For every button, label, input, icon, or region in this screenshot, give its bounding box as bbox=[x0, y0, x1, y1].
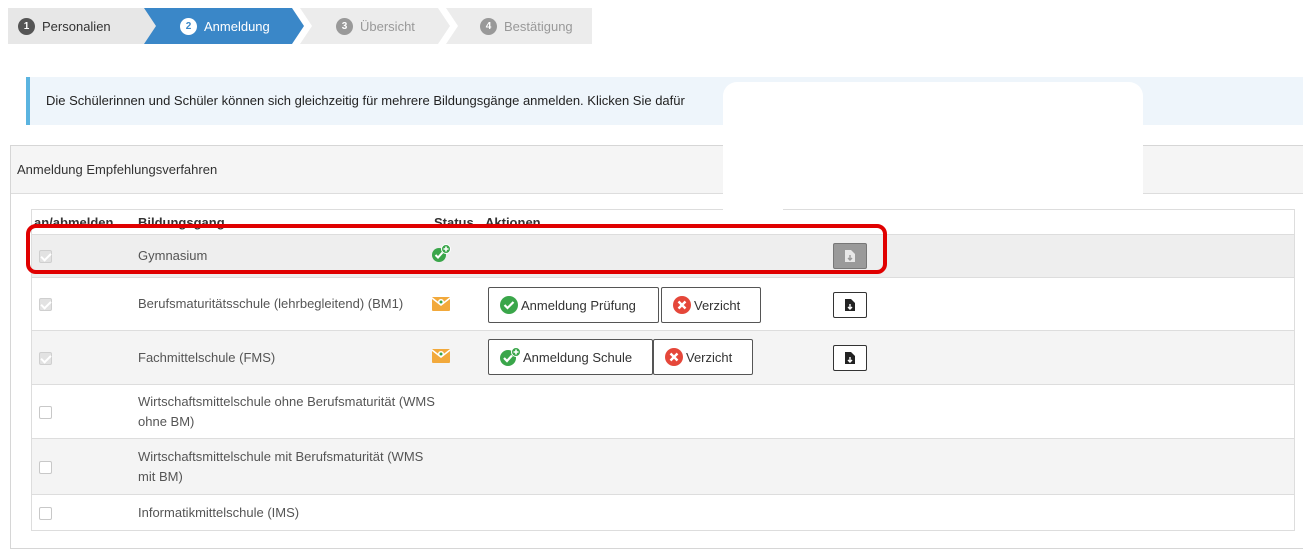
register-checkbox[interactable] bbox=[39, 507, 52, 520]
cancel-icon bbox=[673, 296, 691, 314]
table-header: an/abmelden Bildungsgang Status Aktionen bbox=[32, 210, 1294, 234]
waive-button[interactable]: Verzicht bbox=[661, 287, 761, 323]
register-checkbox[interactable] bbox=[39, 352, 52, 365]
cancel-icon bbox=[665, 348, 683, 366]
column-header: an/abmelden bbox=[34, 215, 114, 230]
step-number: 4 bbox=[480, 17, 497, 35]
document-download-icon bbox=[845, 250, 855, 262]
step-number: 1 bbox=[18, 17, 35, 35]
table-row: Informatikmittelschule (IMS) bbox=[32, 494, 1294, 530]
button-label: Anmeldung Prüfung bbox=[521, 297, 636, 313]
button-label: Verzicht bbox=[694, 297, 741, 313]
column-header: Aktionen bbox=[485, 215, 541, 230]
check-icon bbox=[500, 296, 518, 314]
document-download-icon bbox=[845, 352, 855, 364]
register-exam-button[interactable]: Anmeldung Prüfung bbox=[488, 287, 659, 323]
check-plus-icon bbox=[500, 347, 521, 366]
step-personalien[interactable]: 1 Personalien bbox=[8, 8, 158, 44]
step-uebersicht[interactable]: 3 Übersicht bbox=[300, 8, 450, 44]
table-row: Fachmittelschule (FMS) Anmeldung Schule bbox=[32, 330, 1294, 384]
table-row: Wirtschaftsmittelschule mit Berufsmaturi… bbox=[32, 438, 1294, 494]
program-name: Wirtschaftsmittelschule mit Berufsmaturi… bbox=[138, 449, 424, 484]
table-row: Gymnasium bbox=[32, 234, 1294, 277]
envelope-icon bbox=[431, 293, 451, 313]
step-label: Bestätigung bbox=[504, 18, 573, 34]
register-checkbox[interactable] bbox=[39, 406, 52, 419]
programs-table: an/abmelden Bildungsgang Status Aktionen… bbox=[31, 209, 1295, 531]
table-row: Wirtschaftsmittelschule ohne Berufsmatur… bbox=[32, 384, 1294, 438]
check-plus-icon bbox=[431, 244, 451, 264]
download-document-button[interactable] bbox=[833, 243, 867, 269]
step-bestaetigung[interactable]: 4 Bestätigung bbox=[446, 8, 592, 44]
table-row: Berufsmaturitätsschule (lehrbegleitend) … bbox=[32, 277, 1294, 330]
register-checkbox[interactable] bbox=[39, 298, 52, 311]
program-name: Berufsmaturitätsschule (lehrbegleitend) … bbox=[138, 296, 404, 311]
waive-button[interactable]: Verzicht bbox=[653, 339, 753, 375]
program-name: Wirtschaftsmittelschule ohne Berufsmatur… bbox=[138, 394, 435, 429]
button-label: Anmeldung Schule bbox=[523, 349, 633, 365]
document-download-icon bbox=[845, 299, 855, 311]
download-document-button[interactable] bbox=[833, 345, 867, 371]
register-checkbox[interactable] bbox=[39, 461, 52, 474]
step-label: Personalien bbox=[42, 18, 111, 34]
redaction-overlay bbox=[723, 195, 783, 233]
step-number: 3 bbox=[336, 17, 353, 35]
download-document-button[interactable] bbox=[833, 292, 867, 318]
register-checkbox[interactable] bbox=[39, 250, 52, 263]
program-name: Informatikmittelschule (IMS) bbox=[138, 505, 300, 520]
program-name: Fachmittelschule (FMS) bbox=[138, 350, 276, 365]
step-label: Anmeldung bbox=[204, 18, 270, 34]
button-label: Verzicht bbox=[686, 349, 733, 365]
redaction-overlay bbox=[723, 82, 1143, 208]
program-name: Gymnasium bbox=[138, 248, 208, 263]
envelope-icon bbox=[431, 345, 451, 365]
step-label: Übersicht bbox=[360, 18, 415, 34]
register-school-button[interactable]: Anmeldung Schule bbox=[488, 339, 653, 375]
step-anmeldung[interactable]: 2 Anmeldung bbox=[144, 8, 304, 44]
step-number: 2 bbox=[180, 17, 197, 35]
column-header: Bildungsgang bbox=[138, 215, 225, 230]
column-header: Status bbox=[434, 215, 474, 230]
